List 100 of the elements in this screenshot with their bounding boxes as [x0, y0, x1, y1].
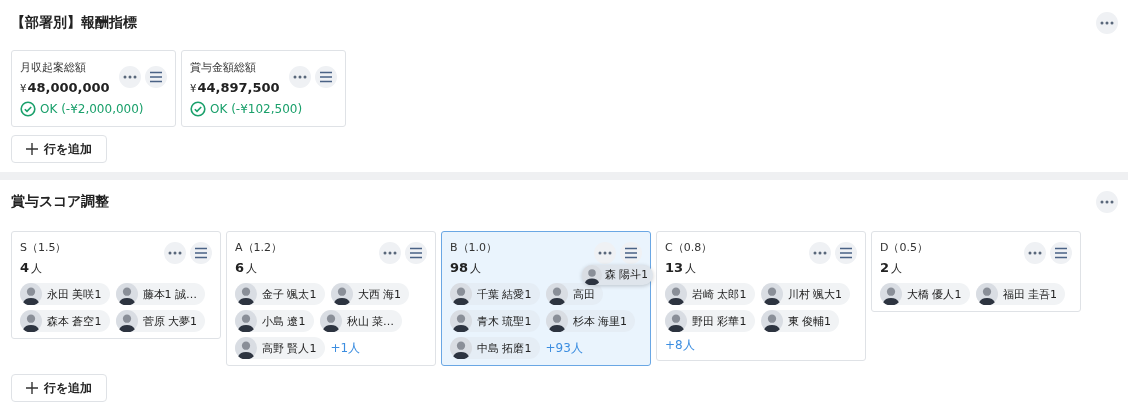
member-chip[interactable]: 森本 蒼空1 — [20, 310, 110, 332]
avatar-icon — [880, 283, 902, 305]
avatar-icon — [115, 310, 138, 332]
grade-card[interactable]: B（1.0） 98 人 千葉 結愛1 高田 青木 琉聖1 杉本 海里1 中島 拓磨1 +93人 森 陽斗1 — [441, 231, 651, 366]
grade-card[interactable]: S（1.5） 4人 永田 美咲1 藤本1 誠… 森本 蒼空1 菅原 大夢1 — [11, 231, 221, 339]
grade-label: C（0.8） — [665, 240, 713, 255]
more-button[interactable] — [164, 242, 186, 264]
avatar-icon — [545, 283, 568, 305]
menu-icon — [149, 71, 163, 83]
member-chip[interactable]: 高田 — [545, 283, 603, 305]
add-row-button[interactable]: 行を追加 — [11, 135, 107, 163]
section-title: 賞与スコア調整 — [11, 192, 109, 211]
member-count: 4人 — [20, 260, 44, 276]
menu-icon — [1054, 247, 1068, 259]
metric-label: 賞与金額総額 — [190, 60, 257, 75]
member-chip[interactable]: 岩崎 太郎1 — [665, 283, 755, 305]
status-text: OK (-¥102,500) — [210, 102, 303, 116]
more-icon — [168, 251, 182, 255]
member-chip[interactable]: 中島 拓磨1 — [450, 337, 540, 359]
more-icon — [293, 75, 307, 79]
member-chip[interactable]: 青木 琉聖1 — [450, 310, 540, 332]
member-chip[interactable]: 大西 海1 — [330, 283, 409, 305]
member-chip[interactable]: 永田 美咲1 — [20, 283, 110, 305]
member-chip[interactable]: 川村 颯大1 — [760, 283, 850, 305]
more-icon — [1028, 251, 1042, 255]
dragged-member-chip[interactable]: 森 陽斗1 — [582, 265, 654, 285]
metric-label: 月収起案総額 — [20, 60, 87, 75]
member-chip[interactable]: 福田 圭吾1 — [975, 283, 1065, 305]
member-chip[interactable]: 菅原 大夢1 — [115, 310, 205, 332]
member-chip[interactable]: 杉本 海里1 — [545, 310, 635, 332]
add-row-button[interactable]: 行を追加 — [11, 374, 107, 402]
more-icon — [598, 251, 612, 255]
avatar-icon — [235, 310, 257, 332]
member-chip[interactable]: 千葉 結愛1 — [450, 283, 540, 305]
grade-label: D（0.5） — [880, 240, 928, 255]
avatar-icon — [975, 283, 998, 305]
avatar-icon — [319, 310, 342, 332]
more-members-link[interactable]: +8人 — [665, 337, 695, 354]
menu-icon — [624, 247, 638, 259]
avatar-icon — [665, 283, 687, 305]
member-count: 98 人 — [450, 260, 483, 276]
more-members-link[interactable]: +1人 — [330, 339, 361, 357]
member-chip[interactable]: 東 俊輔1 — [760, 310, 839, 332]
grade-label: A（1.2） — [235, 240, 283, 255]
plus-icon — [26, 143, 38, 155]
menu-button[interactable] — [145, 66, 167, 88]
grade-label: S（1.5） — [20, 240, 67, 255]
menu-icon — [409, 247, 423, 259]
status-text: OK (-¥2,000,000) — [40, 102, 144, 116]
more-button[interactable] — [379, 242, 401, 264]
avatar-icon — [545, 310, 568, 332]
menu-button[interactable] — [315, 66, 337, 88]
menu-icon — [194, 247, 208, 259]
more-button[interactable] — [119, 66, 141, 88]
more-button[interactable] — [1096, 190, 1118, 213]
avatar-icon — [115, 283, 138, 305]
more-icon — [1100, 21, 1114, 25]
avatar-icon — [450, 337, 472, 359]
member-chip[interactable]: 秋山 菜… — [319, 310, 402, 332]
check-circle-icon — [190, 101, 206, 117]
more-button[interactable] — [809, 242, 831, 264]
menu-button[interactable] — [835, 242, 857, 264]
avatar-icon — [330, 283, 353, 305]
menu-icon — [839, 247, 853, 259]
section-title: 【部署別】報酬指標 — [11, 14, 137, 32]
menu-button[interactable] — [620, 242, 642, 264]
more-button[interactable] — [1096, 12, 1118, 34]
grade-card[interactable]: C（0.8） 13 人 岩崎 太郎1 川村 颯大1 野田 彩華1 東 俊輔1 +8人 — [656, 231, 866, 361]
member-count: 6人 — [235, 260, 259, 276]
more-icon — [383, 251, 397, 255]
grade-label: B（1.0） — [450, 240, 498, 255]
avatar-icon — [450, 310, 472, 332]
check-circle-icon — [20, 101, 36, 117]
more-button[interactable] — [594, 242, 616, 264]
avatar-icon — [20, 283, 42, 305]
menu-button[interactable] — [405, 242, 427, 264]
menu-button[interactable] — [1050, 242, 1072, 264]
member-chip[interactable]: 高野 賢人1 — [235, 337, 325, 359]
avatar-icon — [760, 310, 783, 332]
avatar-icon — [450, 283, 472, 305]
member-count: 2 人 — [880, 260, 904, 276]
menu-button[interactable] — [190, 242, 212, 264]
member-chip[interactable]: 小島 遼1 — [235, 310, 314, 332]
member-chip[interactable]: 野田 彩華1 — [665, 310, 755, 332]
metric-value: ¥48,000,000 — [20, 80, 110, 95]
member-count: 13 人 — [665, 260, 698, 276]
menu-icon — [319, 71, 333, 83]
avatar-icon — [665, 310, 687, 332]
more-button[interactable] — [289, 66, 311, 88]
more-button[interactable] — [1024, 242, 1046, 264]
member-chip[interactable]: 金子 颯太1 — [235, 283, 325, 305]
member-chip[interactable]: 藤本1 誠… — [115, 283, 205, 305]
avatar-icon — [235, 283, 257, 305]
grade-card[interactable]: D（0.5） 2 人 大橋 優人1 福田 圭吾1 — [871, 231, 1081, 312]
member-chip[interactable]: 大橋 優人1 — [880, 283, 970, 305]
avatar-icon — [760, 283, 783, 305]
more-icon — [813, 251, 827, 255]
grade-card[interactable]: A（1.2） 6人 金子 颯太1 大西 海1 小島 遼1 秋山 菜… 高野 賢人1 +1人 — [226, 231, 436, 366]
avatar-icon — [235, 337, 257, 359]
more-icon — [123, 75, 137, 79]
